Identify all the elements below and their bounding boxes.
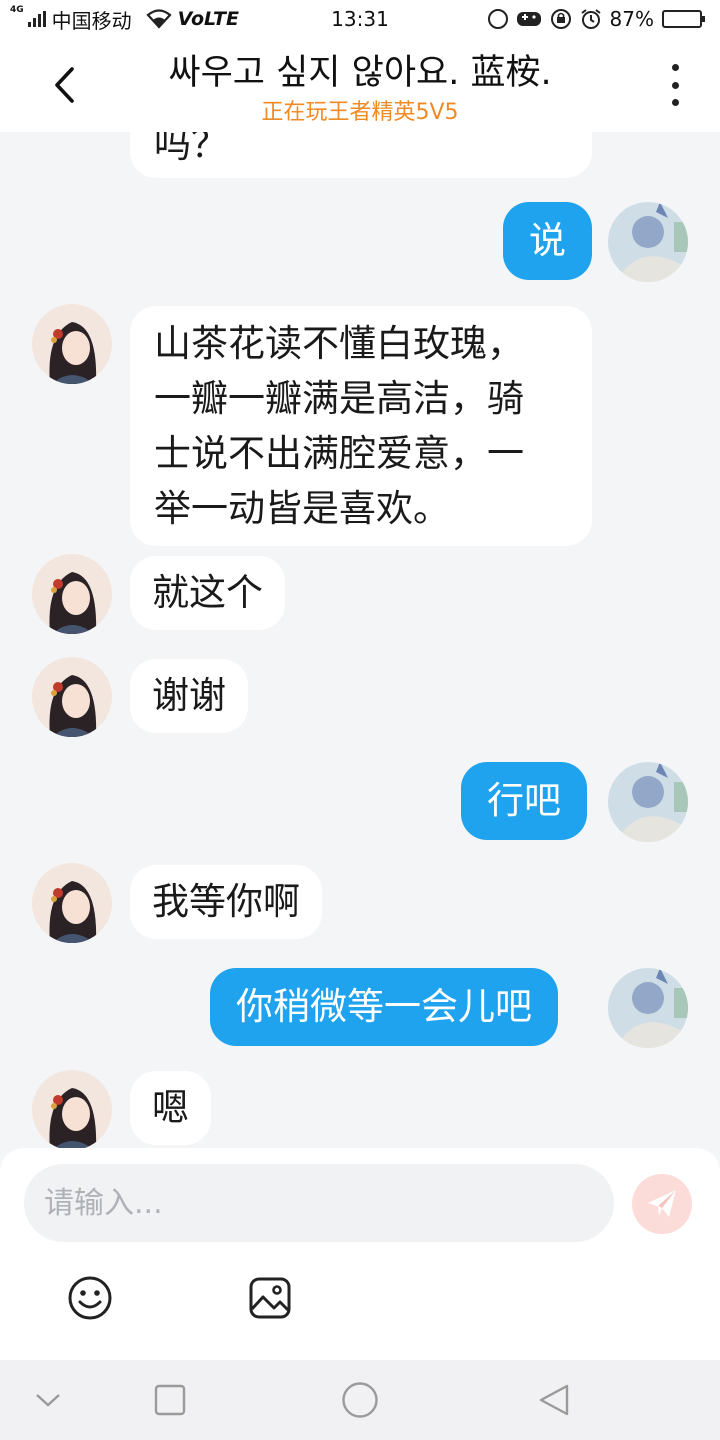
wifi-icon	[146, 9, 172, 29]
more-vertical-icon	[671, 64, 679, 71]
square-recent-icon	[154, 1384, 186, 1416]
triangle-back-icon	[539, 1384, 569, 1416]
emoji-icon	[68, 1276, 112, 1320]
nav-recent-button[interactable]	[148, 1378, 192, 1422]
message-input[interactable]	[24, 1164, 614, 1242]
message-bubble: 就这个	[130, 556, 285, 630]
nav-home-button[interactable]	[338, 1378, 382, 1422]
chat-subtitle: 正在玩王者精英5V5	[261, 100, 459, 125]
app-notification-icon	[487, 9, 508, 29]
message-bubble: 说	[503, 202, 592, 280]
chat-header: 싸우고 싶지 않아요. 蓝桉. 正在玩王者精英5V5	[0, 38, 720, 132]
chat-area[interactable]: 吗？ 说 山茶花读不懂白玫瑰， 一瓣一瓣满是高洁，骑 士说不出满腔爱意，一 举一…	[0, 132, 720, 1148]
input-area	[0, 1148, 720, 1360]
message-bubble: 行吧	[461, 762, 587, 840]
message-bubble: 你稍微等一会儿吧	[210, 968, 558, 1046]
avatar[interactable]	[32, 554, 112, 634]
more-dot	[671, 99, 679, 106]
chevron-left-icon	[55, 67, 74, 103]
nav-collapse-button[interactable]	[26, 1378, 70, 1422]
status-right: 87%	[487, 7, 705, 31]
message-bubble: 嗯	[130, 1071, 211, 1145]
image-button[interactable]	[246, 1274, 294, 1322]
volte-label: VoLTE	[177, 8, 239, 30]
back-button[interactable]	[44, 62, 84, 108]
network-type: 4G	[10, 4, 24, 15]
avatar[interactable]	[608, 762, 688, 842]
message-bubble: 山茶花读不懂白玫瑰， 一瓣一瓣满是高洁，骑 士说不出满腔爱意，一 举一动皆是喜欢…	[130, 306, 592, 546]
status-bar: 4G 中国移动 VoLTE 13:31 87%	[0, 0, 720, 38]
message-bubble: 我等你啊	[130, 865, 322, 939]
avatar[interactable]	[608, 968, 688, 1048]
avatar[interactable]	[32, 863, 112, 943]
circle-home-icon	[342, 1382, 378, 1418]
more-options-button[interactable]	[660, 64, 690, 106]
navigation-bar	[0, 1360, 720, 1440]
rotation-lock-icon	[550, 9, 571, 29]
signal-icon	[27, 11, 46, 27]
avatar[interactable]	[32, 304, 112, 384]
battery-percent: 87%	[609, 7, 654, 31]
status-left: 4G 中国移动 VoLTE	[10, 5, 488, 34]
chat-title: 싸우고 싶지 않아요. 蓝桉.	[168, 53, 552, 93]
alarm-icon	[580, 9, 601, 29]
gamepad-icon	[516, 12, 541, 26]
battery-icon	[662, 10, 705, 28]
paper-plane-icon	[648, 1190, 676, 1217]
message-bubble: 谢谢	[130, 659, 248, 733]
avatar[interactable]	[32, 657, 112, 737]
send-button[interactable]	[632, 1174, 692, 1234]
message-bubble: 吗？	[130, 132, 592, 178]
image-icon	[249, 1277, 291, 1319]
avatar[interactable]	[608, 202, 688, 282]
emoji-button[interactable]	[66, 1274, 114, 1322]
more-dot	[671, 81, 679, 89]
carrier-name: 中国移动	[51, 8, 132, 33]
nav-back-button[interactable]	[532, 1378, 576, 1422]
chevron-down-icon	[36, 1394, 60, 1407]
avatar[interactable]	[32, 1070, 112, 1148]
